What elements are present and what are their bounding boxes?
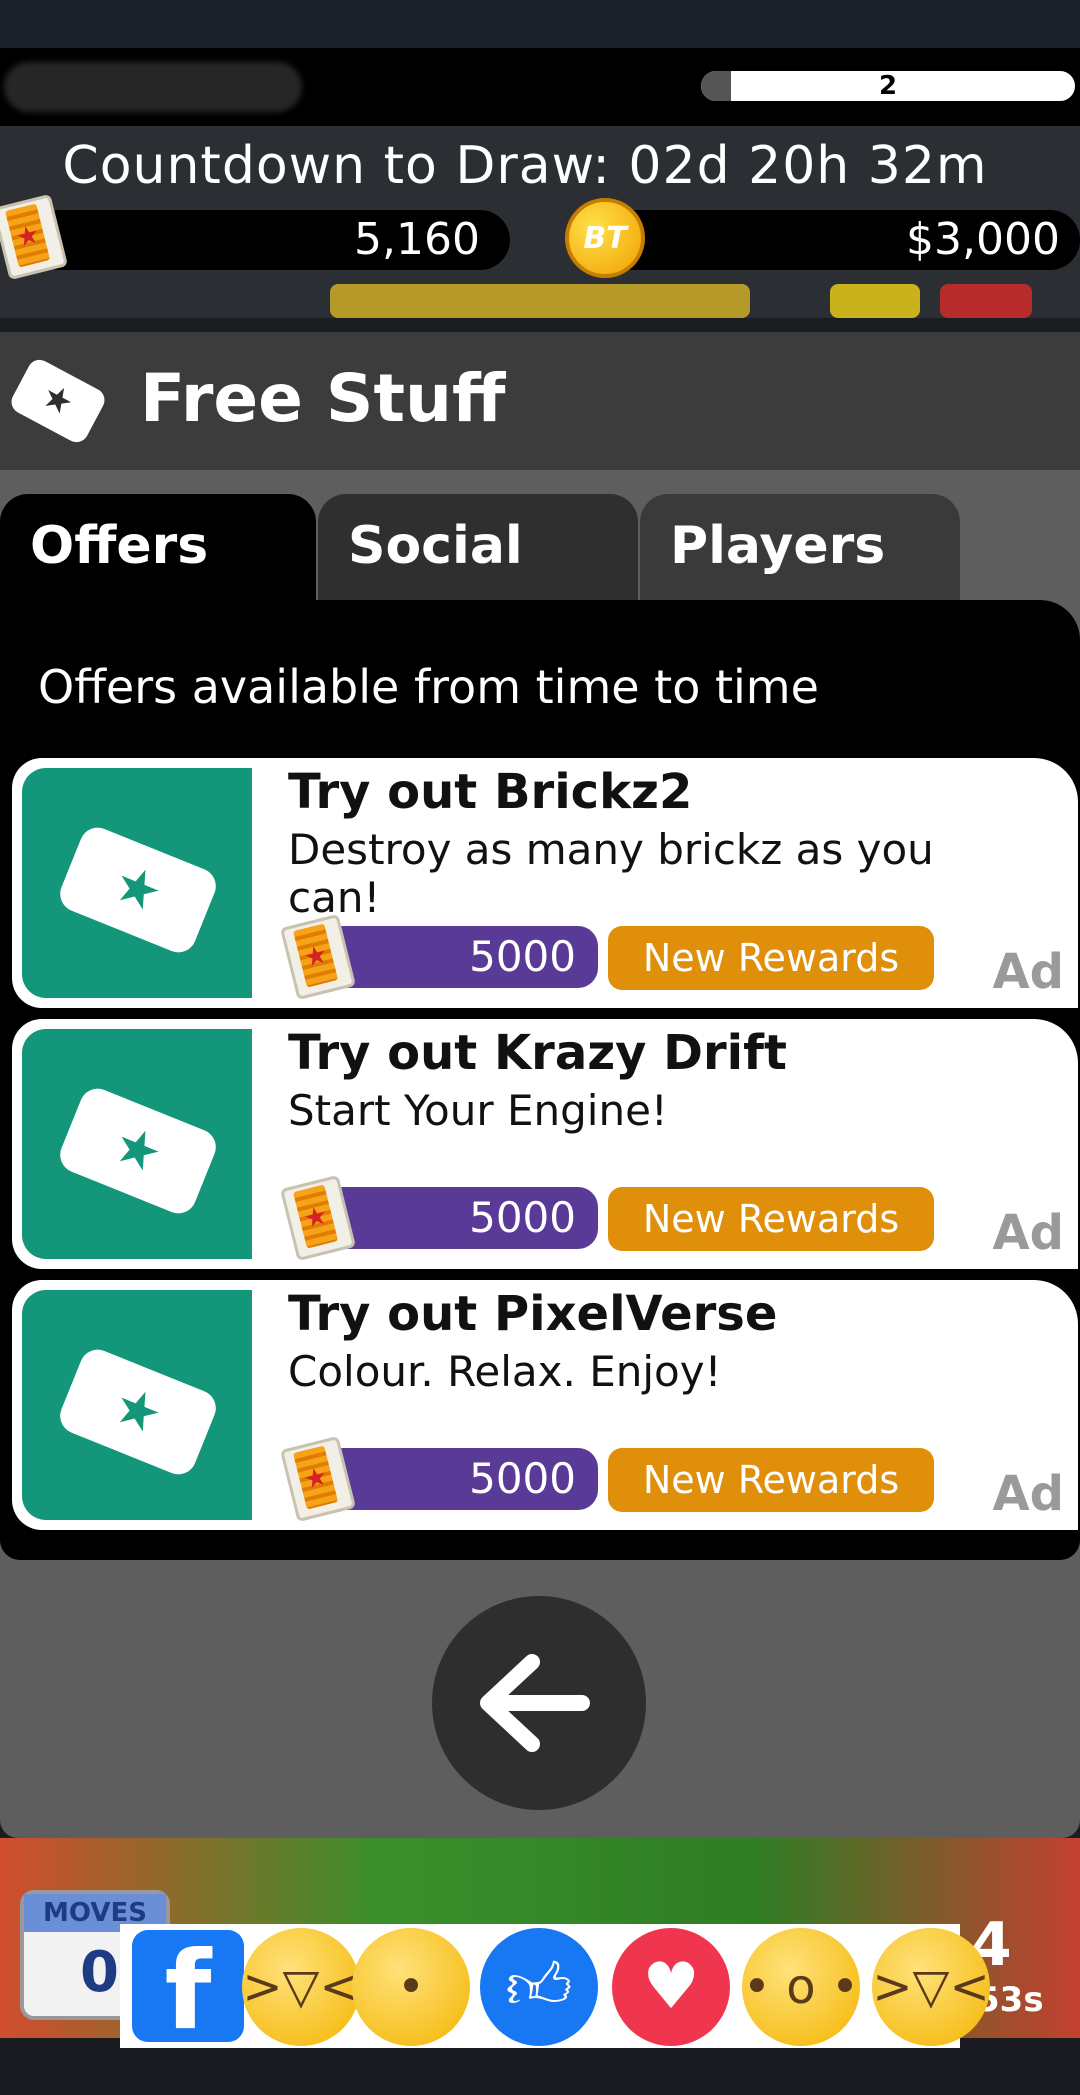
cash-amount: $3,000: [906, 214, 1060, 265]
offer-title: Try out Brickz2: [288, 764, 693, 820]
level-progress-bar: 2: [698, 68, 1078, 104]
ticket-icon: ★: [0, 193, 69, 281]
offer-card[interactable]: Try out PixelVerse Colour. Relax. Enjoy!…: [12, 1280, 1078, 1530]
tab-players[interactable]: Players: [640, 494, 960, 604]
ticket-star-icon: [54, 822, 222, 958]
hud-top-bar: 2: [0, 48, 1080, 126]
reward-value: 5000: [469, 1193, 576, 1242]
top-hud: 2 Countdown to Draw: 02d 20h 32m 5,160 ★…: [0, 48, 1080, 318]
ticket-star-icon: [54, 1083, 222, 1219]
facebook-icon[interactable]: f: [132, 1930, 244, 2042]
ticket-star-icon: [7, 355, 109, 447]
hud-peek-bar: [330, 284, 750, 318]
arrow-left-icon: [480, 1654, 590, 1752]
laugh-icon[interactable]: >▽<: [872, 1928, 990, 2046]
new-rewards-badge[interactable]: New Rewards: [608, 1448, 934, 1512]
love-icon[interactable]: ♥: [612, 1928, 730, 2046]
offer-thumbnail: [22, 1029, 252, 1259]
coin-icon: BT: [565, 198, 645, 278]
panel-title: Free Stuff: [140, 360, 506, 437]
offers-subtitle: Offers available from time to time: [38, 660, 819, 714]
level-number: 2: [878, 71, 898, 101]
offer-description: Colour. Relax. Enjoy!: [288, 1347, 722, 1396]
free-stuff-panel: Free Stuff Offers Social Players Offers …: [0, 332, 1080, 1838]
facebook-reactions-overlay: f >▽< • ︵• 👍︎ ♥ • o • >▽<: [120, 1924, 990, 2095]
ad-label: Ad: [992, 1205, 1064, 1261]
hud-peek-red: [940, 284, 1032, 318]
player-name-redacted: [4, 62, 302, 112]
draw-countdown: Countdown to Draw: 02d 20h 32m: [62, 136, 988, 196]
tab-offers[interactable]: Offers: [0, 494, 316, 604]
panel-header: Free Stuff: [0, 332, 1080, 470]
laugh-icon[interactable]: >▽<: [242, 1928, 360, 2046]
tab-social[interactable]: Social: [318, 494, 638, 604]
moves-value: 0: [80, 1940, 119, 2005]
cash-balance: $3,000: [590, 210, 1080, 270]
offer-description: Start Your Engine!: [288, 1086, 668, 1135]
reward-value: 5000: [469, 932, 576, 981]
ad-label: Ad: [992, 944, 1064, 1000]
new-rewards-badge[interactable]: New Rewards: [608, 926, 934, 990]
offer-card[interactable]: Try out Brickz2 Destroy as many brickz a…: [12, 758, 1078, 1008]
reward-value: 5000: [469, 1454, 576, 1503]
status-bar: [0, 0, 1080, 48]
ad-label: Ad: [992, 1466, 1064, 1522]
sad-icon[interactable]: • ︵•: [352, 1928, 470, 2095]
offer-thumbnail: [22, 768, 252, 998]
ticket-count: 5,160: [354, 214, 480, 265]
like-icon[interactable]: 👍︎: [480, 1928, 598, 2046]
new-rewards-badge[interactable]: New Rewards: [608, 1187, 934, 1251]
offer-thumbnail: [22, 1290, 252, 1520]
ticket-balance: 5,160: [30, 210, 510, 270]
offer-description: Destroy as many brickz as you can!: [288, 825, 934, 922]
hud-peek-yellow: [830, 284, 920, 318]
wow-icon[interactable]: • o •: [742, 1928, 860, 2046]
offer-title: Try out Krazy Drift: [288, 1025, 787, 1081]
offer-card[interactable]: Try out Krazy Drift Start Your Engine! 5…: [12, 1019, 1078, 1269]
ticket-star-icon: [54, 1344, 222, 1480]
offers-list: Offers available from time to time Try o…: [0, 600, 1080, 1560]
offer-title: Try out PixelVerse: [288, 1286, 778, 1342]
back-button[interactable]: [432, 1596, 646, 1810]
